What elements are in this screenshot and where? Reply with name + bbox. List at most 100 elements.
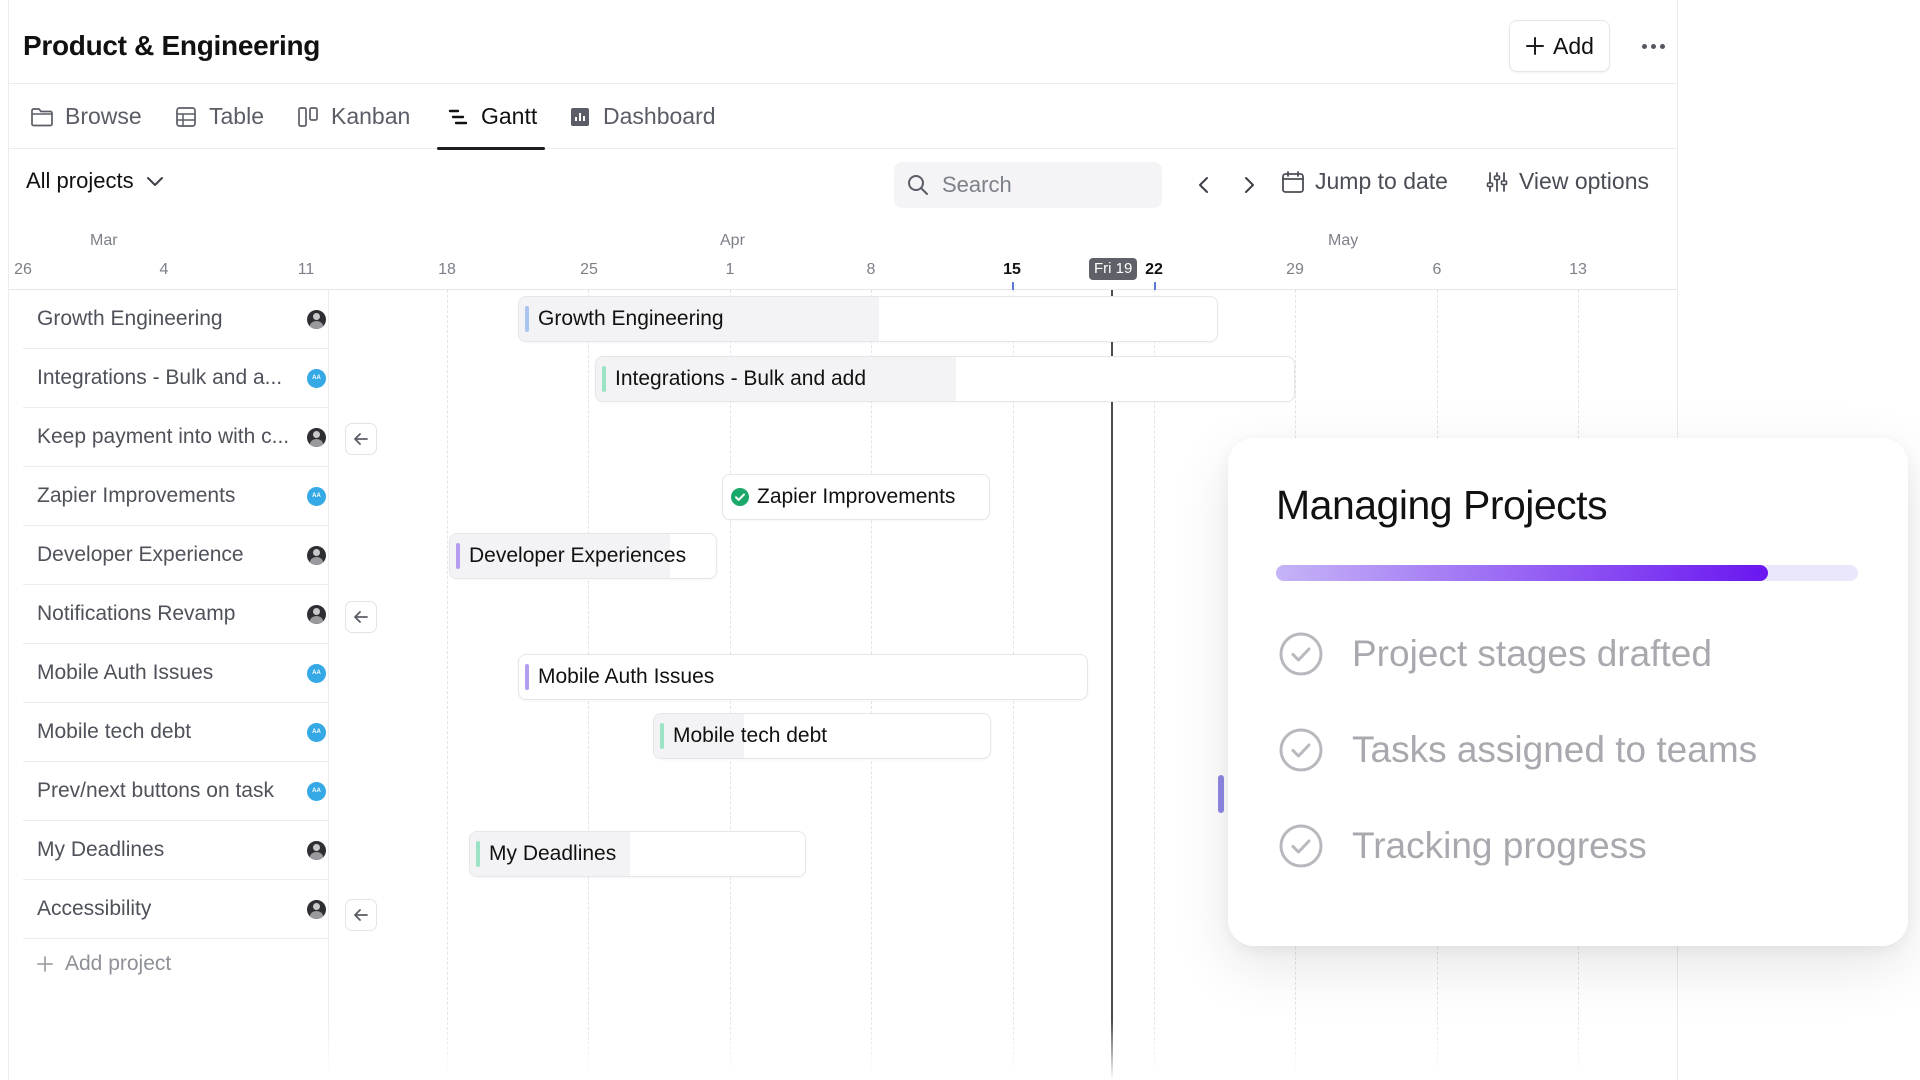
tab-kanban[interactable]: Kanban bbox=[295, 84, 410, 149]
grid-line bbox=[1154, 290, 1155, 1080]
day-label: 4 bbox=[159, 261, 169, 278]
gantt-bar[interactable]: Zapier Improvements bbox=[722, 474, 990, 520]
tab-label: Kanban bbox=[331, 103, 411, 129]
project-name: Integrations - Bulk and a... bbox=[37, 366, 283, 389]
gantt-bar[interactable]: Mobile Auth Issues bbox=[518, 654, 1088, 700]
day-label: 1 bbox=[725, 261, 735, 278]
gantt-bar[interactable]: Mobile tech debt bbox=[653, 713, 991, 759]
scroll-to-bar-button[interactable] bbox=[345, 423, 377, 455]
tab-browse[interactable]: Browse bbox=[29, 84, 142, 149]
bar-accent bbox=[602, 366, 606, 392]
tab-label: Dashboard bbox=[603, 103, 716, 129]
bar-edge-marker bbox=[1218, 775, 1224, 813]
bar-label: Mobile Auth Issues bbox=[538, 665, 715, 688]
gantt-bar[interactable]: My Deadlines bbox=[469, 831, 806, 877]
day-label: 22 bbox=[1145, 261, 1163, 278]
avatar: AA bbox=[307, 664, 326, 683]
folder-icon bbox=[29, 104, 55, 130]
project-row[interactable]: Mobile Auth Issues AA bbox=[23, 644, 329, 703]
avatar bbox=[307, 900, 326, 919]
checklist-item: Tasks assigned to teams bbox=[1278, 727, 1757, 773]
table-icon bbox=[173, 104, 199, 130]
tab-label: Table bbox=[209, 103, 264, 129]
calendar-icon bbox=[1281, 170, 1305, 194]
day-label: 18 bbox=[438, 261, 456, 278]
grid-line bbox=[447, 290, 448, 1080]
tab-label: Browse bbox=[65, 103, 142, 129]
timeline-header: Mar Apr May 26 4 11 18 25 1 8 15 22 29 6… bbox=[9, 220, 1677, 290]
project-row[interactable]: Zapier Improvements AA bbox=[23, 467, 329, 526]
bar-label: Mobile tech debt bbox=[673, 724, 828, 747]
card-progress-fill bbox=[1276, 565, 1768, 581]
checklist-item-label: Project stages drafted bbox=[1352, 633, 1712, 674]
gantt-bar[interactable]: Developer Experiences bbox=[449, 533, 717, 579]
bar-accent bbox=[660, 723, 664, 749]
project-row[interactable]: Accessibility bbox=[23, 880, 329, 939]
day-label: 8 bbox=[866, 261, 876, 278]
previous-button[interactable] bbox=[1189, 170, 1219, 200]
arrow-left-icon bbox=[353, 610, 369, 624]
project-row[interactable]: Keep payment into with c... bbox=[23, 408, 329, 467]
check-circle-icon bbox=[1278, 631, 1324, 677]
add-project-button[interactable]: Add project bbox=[37, 952, 171, 976]
project-row[interactable]: Integrations - Bulk and a... AA bbox=[23, 349, 329, 408]
project-row[interactable]: Developer Experience bbox=[23, 526, 329, 585]
avatar: AA bbox=[307, 782, 326, 801]
managing-projects-card: Managing Projects Project stages drafted… bbox=[1228, 438, 1908, 946]
project-row[interactable]: Notifications Revamp bbox=[23, 585, 329, 644]
day-label: 29 bbox=[1286, 261, 1304, 278]
day-label: 6 bbox=[1432, 261, 1442, 278]
page-header: Product & Engineering Add bbox=[9, 0, 1677, 84]
view-tabs: Browse Table Kanban Gantt Dashboard bbox=[9, 84, 1677, 150]
view-options-label: View options bbox=[1519, 168, 1649, 194]
tab-table[interactable]: Table bbox=[173, 84, 264, 149]
project-name: Developer Experience bbox=[37, 543, 244, 566]
day-label: 15 bbox=[1003, 261, 1021, 278]
project-row[interactable]: Growth Engineering bbox=[23, 290, 329, 349]
more-options-icon[interactable] bbox=[1633, 30, 1673, 62]
day-label: 25 bbox=[580, 261, 598, 278]
page-title: Product & Engineering bbox=[23, 30, 321, 61]
scroll-to-bar-button[interactable] bbox=[345, 601, 377, 633]
search-input[interactable] bbox=[942, 172, 1132, 198]
project-name: Mobile tech debt bbox=[37, 720, 192, 743]
day-label: 11 bbox=[297, 261, 315, 278]
project-name: Keep payment into with c... bbox=[37, 425, 290, 448]
project-row[interactable]: Prev/next buttons on task AA bbox=[23, 762, 329, 821]
project-filter-label: All projects bbox=[26, 168, 134, 193]
search-box[interactable] bbox=[894, 162, 1162, 208]
month-label: May bbox=[1328, 232, 1359, 249]
project-row[interactable]: My Deadlines bbox=[23, 821, 329, 880]
avatar: AA bbox=[307, 487, 326, 506]
day-label: 13 bbox=[1569, 261, 1587, 278]
chevron-left-icon bbox=[1197, 175, 1211, 195]
project-name: Accessibility bbox=[37, 897, 152, 920]
avatar bbox=[307, 546, 326, 565]
check-circle-icon bbox=[1278, 823, 1324, 869]
check-circle-icon bbox=[1278, 727, 1324, 773]
gantt-bar[interactable]: Growth Engineering bbox=[518, 296, 1218, 342]
day-tick bbox=[1012, 282, 1014, 290]
bar-label: Growth Engineering bbox=[538, 307, 724, 330]
project-name: My Deadlines bbox=[37, 838, 165, 861]
day-label: 26 bbox=[14, 261, 32, 278]
tab-dashboard[interactable]: Dashboard bbox=[567, 84, 716, 149]
project-row[interactable]: Mobile tech debt AA bbox=[23, 703, 329, 762]
bar-accent bbox=[456, 543, 460, 569]
tab-gantt[interactable]: Gantt bbox=[436, 84, 546, 150]
jump-to-date-button[interactable]: Jump to date bbox=[1281, 168, 1448, 195]
bar-accent bbox=[525, 306, 529, 332]
scroll-to-bar-button[interactable] bbox=[345, 899, 377, 931]
project-name: Zapier Improvements bbox=[37, 484, 236, 507]
bar-label: My Deadlines bbox=[489, 842, 617, 865]
next-button[interactable] bbox=[1234, 170, 1264, 200]
kanban-icon bbox=[295, 104, 321, 130]
sliders-icon bbox=[1485, 170, 1509, 194]
add-button[interactable]: Add bbox=[1509, 20, 1610, 72]
project-filter-dropdown[interactable]: All projects bbox=[26, 168, 164, 194]
gantt-bar[interactable]: Integrations - Bulk and add bbox=[595, 356, 1295, 402]
month-label: Apr bbox=[720, 232, 745, 249]
avatar bbox=[307, 605, 326, 624]
view-options-button[interactable]: View options bbox=[1485, 168, 1649, 195]
jump-to-date-label: Jump to date bbox=[1315, 168, 1448, 194]
